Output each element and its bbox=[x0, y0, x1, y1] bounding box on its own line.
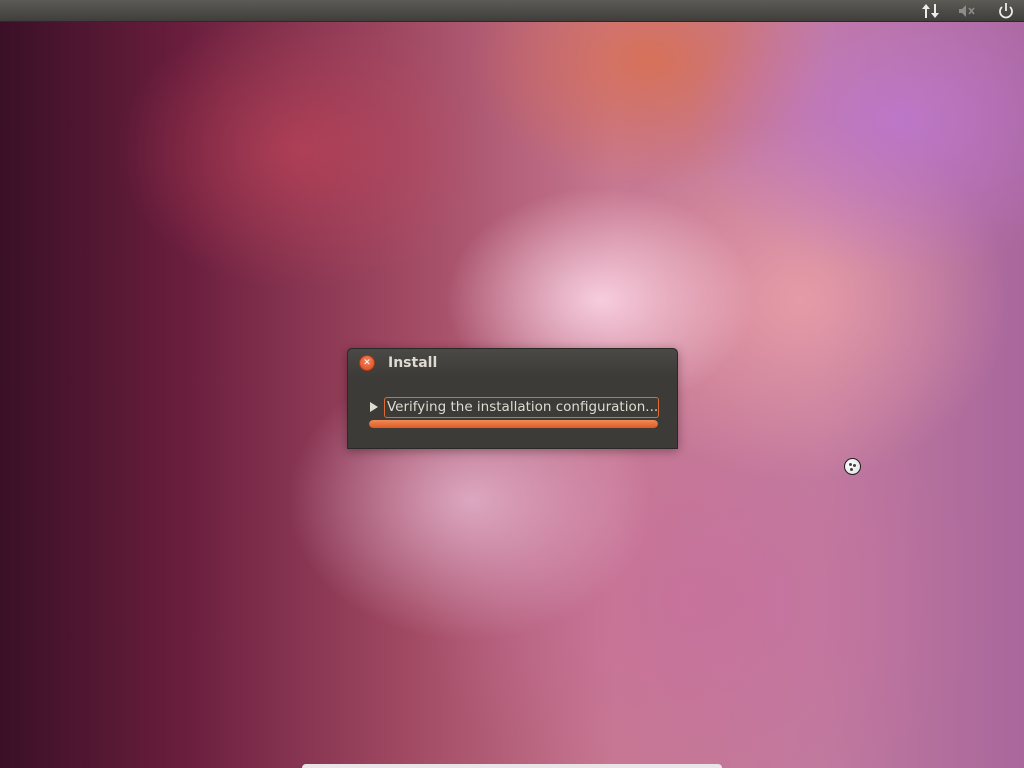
volume-muted-icon[interactable] bbox=[957, 2, 977, 20]
expander-arrow-icon[interactable] bbox=[370, 402, 378, 412]
desktop: ✕ Install Verifying the installation con… bbox=[0, 0, 1024, 768]
dialog-title: Install bbox=[388, 355, 438, 371]
progress-bar bbox=[369, 420, 658, 428]
close-icon: ✕ bbox=[363, 358, 371, 368]
close-button[interactable]: ✕ bbox=[359, 355, 375, 371]
progress-bar-fill bbox=[369, 420, 658, 428]
top-panel bbox=[0, 0, 1024, 22]
busy-cursor-icon bbox=[844, 458, 861, 475]
network-updown-icon[interactable] bbox=[921, 2, 941, 20]
bottom-window-edge bbox=[302, 764, 722, 768]
status-expander-label[interactable]: Verifying the installation configuration… bbox=[384, 397, 659, 418]
dialog-titlebar[interactable]: ✕ Install bbox=[348, 349, 677, 377]
install-dialog: ✕ Install Verifying the installation con… bbox=[347, 348, 678, 449]
power-icon[interactable] bbox=[996, 2, 1016, 20]
